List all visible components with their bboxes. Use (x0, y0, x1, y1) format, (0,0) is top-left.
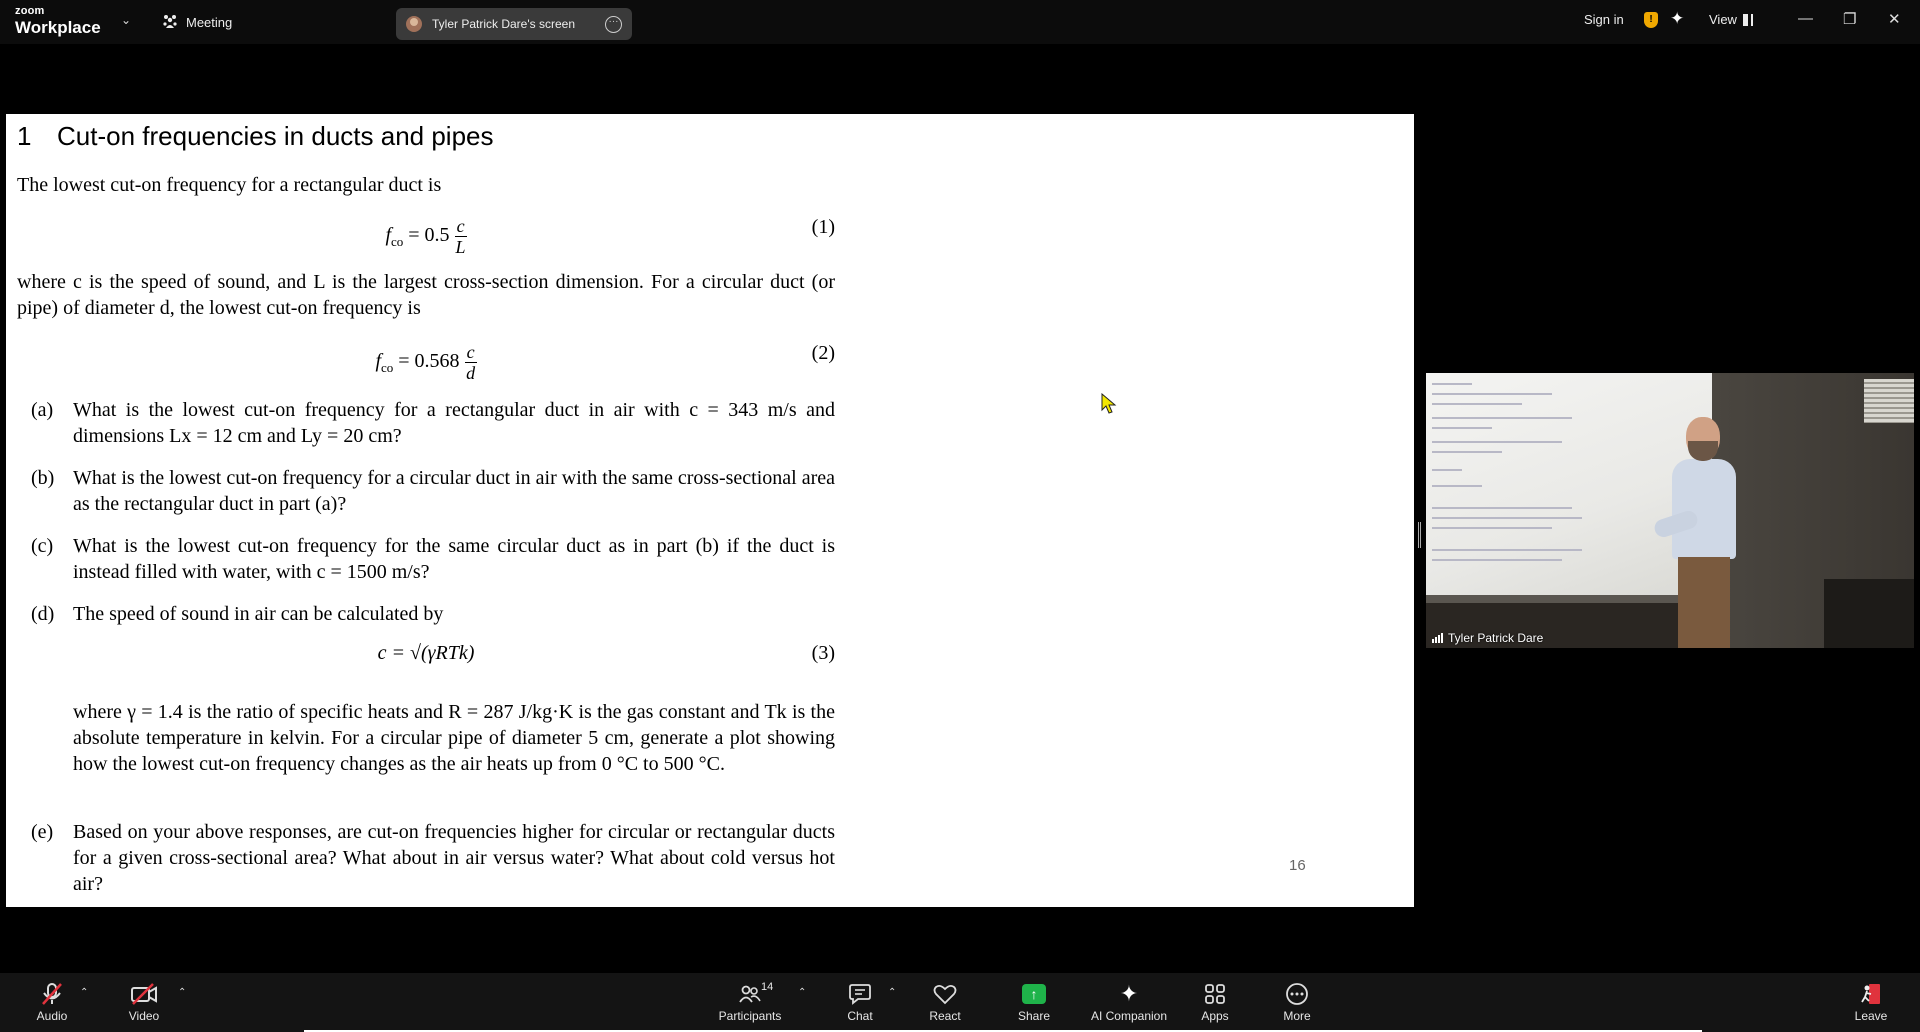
chat-button[interactable]: Chat (825, 981, 895, 1023)
participants-icon: 14 (715, 981, 785, 1007)
section-heading: 1 Cut-on frequencies in ducts and pipes (17, 121, 494, 152)
participant-video-tile[interactable]: Tyler Patrick Dare (1426, 373, 1914, 648)
view-menu-button[interactable]: View (1709, 12, 1753, 27)
share-arrow-icon: ↑ (1022, 984, 1046, 1004)
list-item: (b) What is the lowest cut-on frequency … (31, 467, 835, 515)
split-view-resize-handle[interactable] (1418, 522, 1421, 548)
list-item: (a) What is the lowest cut-on frequency … (31, 399, 835, 447)
sign-in-button[interactable]: Sign in (1584, 12, 1624, 27)
react-button[interactable]: React (910, 981, 980, 1023)
shared-screen-document: 1 Cut-on frequencies in ducts and pipes T… (6, 114, 1414, 907)
list-item-continuation: where γ = 1.4 is the ratio of specific h… (73, 701, 835, 775)
participants-button[interactable]: 14 Participants (715, 981, 785, 1023)
participants-options-caret-icon[interactable]: ⌃ (798, 987, 806, 998)
microphone-muted-icon (17, 981, 87, 1007)
paragraph-2: where c is the speed of sound, and L is … (17, 271, 835, 319)
equation-tag: (1) (811, 216, 835, 238)
chat-options-caret-icon[interactable]: ⌃ (888, 987, 896, 998)
zoom-logo[interactable]: zoom Workplace (15, 6, 101, 37)
intro-paragraph: The lowest cut-on frequency for a rectan… (17, 174, 442, 196)
view-label: View (1709, 12, 1737, 27)
ai-sparkle-icon[interactable]: ✦ (1670, 9, 1684, 29)
meeting-controls-toolbar: Audio ⌃ Video ⌃ 14 Participants ⌃ Chat ⌃… (0, 973, 1920, 1032)
meeting-label: Meeting (186, 14, 233, 30)
screen-share-indicator[interactable]: Tyler Patrick Dare's screen ··· (396, 8, 632, 40)
leave-meeting-button[interactable]: Leave (1836, 981, 1906, 1023)
avatar (406, 16, 422, 32)
meeting-menu-button[interactable]: Meeting (162, 12, 232, 32)
more-options-icon[interactable]: ··· (605, 15, 622, 33)
signal-strength-icon (1432, 633, 1443, 643)
camera-off-icon (109, 981, 179, 1007)
heart-icon (910, 981, 980, 1007)
equation-tag: (3) (811, 642, 835, 664)
equation-2: fco = 0.568 cd (2) (375, 342, 835, 383)
view-layout-icon (1742, 13, 1753, 26)
more-button[interactable]: More (1262, 981, 1332, 1023)
list-item: (d) The speed of sound in air can be cal… (31, 603, 444, 625)
close-icon[interactable]: ✕ (1888, 10, 1901, 28)
participants-count: 14 (761, 981, 774, 993)
mouse-cursor-icon (1101, 393, 1117, 414)
chevron-down-icon[interactable]: ⌄ (121, 13, 131, 27)
ai-companion-sparkle-icon: ✦ (1119, 981, 1139, 1006)
video-button[interactable]: Video (109, 981, 179, 1023)
equation-1: fco = 0.5 cL (1) (385, 216, 835, 257)
participant-person (1652, 411, 1768, 648)
share-pill-label: Tyler Patrick Dare's screen (432, 17, 575, 31)
restore-icon[interactable]: ❐ (1843, 10, 1856, 28)
equation-tag: (2) (811, 342, 835, 364)
security-shield-icon[interactable]: ! (1644, 12, 1658, 28)
page-number: 16 (1289, 857, 1306, 874)
minimize-icon[interactable]: — (1798, 10, 1813, 27)
apps-icon (1180, 981, 1250, 1007)
share-screen-button[interactable]: ↑ Share (999, 981, 1069, 1023)
section-title: Cut-on frequencies in ducts and pipes (57, 121, 494, 151)
meeting-icon (162, 14, 178, 31)
audio-button[interactable]: Audio (17, 981, 87, 1023)
video-options-caret-icon[interactable]: ⌃ (178, 987, 186, 998)
leave-door-icon (1836, 981, 1906, 1007)
more-dots-icon (1262, 981, 1332, 1007)
participant-name-label: Tyler Patrick Dare (1432, 631, 1543, 645)
equation-3: c = √(γRTk) (3) (377, 642, 835, 664)
title-bar: zoom Workplace ⌄ Meeting Tyler Patrick D… (0, 0, 1920, 44)
apps-button[interactable]: Apps (1180, 981, 1250, 1023)
chat-icon (825, 981, 895, 1007)
audio-options-caret-icon[interactable]: ⌃ (80, 987, 88, 998)
list-item: (c) What is the lowest cut-on frequency … (31, 535, 835, 583)
list-item: (e) Based on your above responses, are c… (31, 821, 835, 895)
section-number: 1 (17, 121, 32, 151)
ai-companion-button[interactable]: ✦ AI Companion (1079, 981, 1179, 1023)
